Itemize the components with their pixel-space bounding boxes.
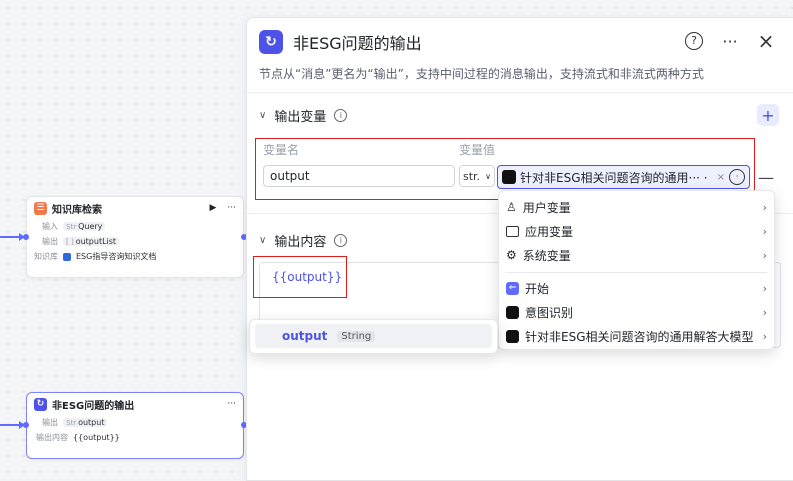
divider: [506, 272, 767, 273]
section-output-vars[interactable]: ∨ 输出变量 i: [259, 106, 348, 125]
chevron-right-icon: ›: [762, 305, 767, 319]
remove-variable-button[interactable]: —: [758, 168, 774, 187]
panel-title[interactable]: 非ESG问题的输出: [293, 30, 422, 54]
divider: [247, 92, 793, 93]
row-label: 输出: [42, 418, 58, 427]
folder-icon: [506, 225, 519, 237]
item-label: 应用变量: [525, 224, 574, 239]
type-tag: Str: [66, 418, 77, 427]
chevron-right-icon: ›: [762, 281, 767, 295]
var-pill: Str Query: [63, 222, 106, 231]
row-label: 输入: [42, 222, 58, 231]
dropdown-item-start[interactable]: ⇐ 开始 ›: [499, 277, 774, 299]
input-port[interactable]: [23, 234, 29, 240]
node-knowledge-retrieval[interactable]: ☰ 知识库检索 ▶ ··· 输入 Str Query 输出 [ ] outputLi…: [23, 196, 247, 278]
type-tag: Str: [66, 222, 77, 231]
type-tag: [ ]: [66, 237, 74, 246]
section-output-content[interactable]: ∨ 输出内容 i: [259, 231, 348, 250]
item-label: 开始: [525, 281, 550, 296]
node-title: 知识库检索: [52, 204, 102, 216]
suggestion-type: String: [337, 330, 376, 342]
section-title: 输出内容: [274, 235, 327, 250]
highlight-box: [253, 256, 347, 298]
dropdown-item-llm[interactable]: 针对非ESG相关问题咨询的通用解答大模型 ›: [499, 325, 774, 347]
section-title: 输出变量: [274, 110, 327, 125]
add-variable-button[interactable]: +: [757, 104, 779, 126]
content-value: {{output}}: [73, 433, 120, 442]
kb-name: ESG指导咨询知识文档: [76, 252, 157, 261]
knowledge-icon: ☰: [34, 201, 47, 215]
item-label: 意图识别: [525, 305, 574, 320]
bot-icon: [506, 305, 519, 319]
var-value: outputList: [75, 237, 117, 246]
node-non-esg-output[interactable]: ↻ 非ESG问题的输出 ··· 输出 Str output 输出内容 {{outp…: [23, 392, 247, 459]
help-icon: ?: [685, 32, 703, 50]
item-label: 用户变量: [522, 200, 571, 215]
row-label: 输出内容: [36, 433, 68, 442]
doc-icon: [63, 252, 71, 261]
suggestion-name: output: [282, 329, 328, 343]
row-label: 输出: [42, 237, 58, 246]
chevron-right-icon: ›: [762, 329, 767, 343]
variable-dropdown: ♙ 用户变量 › 应用变量 › ⚙ 系统变量 › ⇐ 开始 › 意图识别 › 针…: [498, 190, 775, 350]
start-icon: ⇐: [506, 281, 519, 295]
chevron-right-icon: ›: [762, 200, 767, 214]
output-node-icon: ↻: [34, 397, 47, 411]
chevron-down-icon: ∨: [259, 110, 267, 121]
var-value: Query: [78, 222, 103, 231]
output-node-icon: ↻: [259, 30, 283, 54]
close-button[interactable]: ×: [755, 29, 777, 53]
item-label: 针对非ESG相关问题咨询的通用解答大模型: [525, 329, 754, 344]
var-pill: Str output: [63, 418, 108, 427]
input-port[interactable]: [23, 422, 29, 428]
bot-icon: [506, 329, 519, 343]
more-icon[interactable]: ···: [227, 399, 236, 409]
more-button[interactable]: ···: [719, 30, 741, 52]
item-label: 系统变量: [522, 248, 571, 263]
variable-suggestion-popup: output String: [249, 319, 498, 354]
info-icon[interactable]: i: [334, 109, 348, 122]
chevron-right-icon: ›: [762, 224, 767, 238]
gear-icon: ⚙: [506, 248, 517, 262]
chevron-right-icon: ›: [762, 248, 767, 262]
var-pill: [ ] outputList: [63, 237, 120, 246]
node-title: 非ESG问题的输出: [52, 400, 135, 412]
run-icon[interactable]: ▶: [209, 203, 216, 213]
row-label: 知识库: [34, 252, 58, 261]
dropdown-item-user-vars[interactable]: ♙ 用户变量 ›: [499, 196, 774, 218]
help-button[interactable]: ?: [683, 30, 705, 52]
panel-description: 节点从“消息”更名为“输出”，支持中间过程的消息输出，支持流式和非流式两种方式: [259, 67, 704, 81]
dropdown-item-system-vars[interactable]: ⚙ 系统变量 ›: [499, 244, 774, 266]
more-icon[interactable]: ···: [227, 203, 236, 213]
info-icon[interactable]: i: [334, 234, 348, 247]
user-icon: ♙: [506, 200, 517, 214]
var-value: output: [78, 418, 105, 427]
dropdown-item-app-vars[interactable]: 应用变量 ›: [499, 220, 774, 242]
dropdown-item-intent[interactable]: 意图识别 ›: [499, 301, 774, 323]
chevron-down-icon: ∨: [259, 235, 267, 246]
suggestion-item[interactable]: output String: [255, 324, 492, 348]
